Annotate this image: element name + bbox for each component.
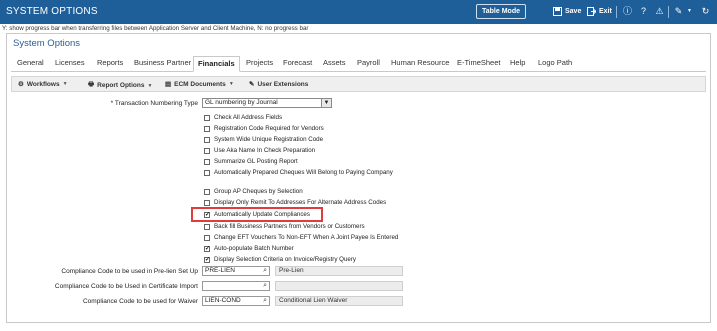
tab-bar: General Licenses Reports Business Partne… [11, 54, 706, 72]
warning-icon[interactable]: ⚠ [654, 6, 665, 17]
checkbox[interactable] [204, 169, 210, 176]
compliance-certificate-input[interactable]: ⌕ [202, 281, 270, 291]
checkbox[interactable] [204, 188, 210, 195]
search-icon[interactable]: ⌕ [263, 267, 267, 275]
hint-text: Y: show progress bar when transferring f… [2, 25, 309, 32]
tab-e-timesheet[interactable]: E-TimeSheet [457, 56, 501, 72]
exit-icon [587, 7, 596, 16]
save-icon [553, 7, 562, 16]
checkbox-back-fill-business-partners[interactable]: Back fill Business Partners from Vendors… [204, 223, 365, 230]
checkbox[interactable] [204, 147, 210, 154]
compliance-waiver-description: Conditional Lien Waiver [275, 296, 403, 306]
tab-general[interactable]: General [17, 56, 44, 72]
checkbox-display-selection-criteria[interactable]: ✓ Display Selection Criteria on Invoice/R… [204, 256, 356, 263]
compliance-prelien-description: Pre-Lien [275, 266, 403, 276]
info-icon[interactable]: ⓘ [622, 6, 633, 17]
save-button[interactable]: Save [553, 4, 581, 19]
checkbox-registration-code-required[interactable]: Registration Code Required for Vendors [204, 125, 324, 132]
checkbox[interactable] [204, 114, 210, 121]
table-mode-button[interactable]: Table Mode [476, 4, 526, 19]
checkbox-group-ap-cheques[interactable]: Group AP Cheques by Selection [204, 188, 303, 195]
checkbox[interactable] [204, 125, 210, 132]
chevron-down-icon: ▼ [147, 82, 153, 89]
documents-icon: ▤ [165, 81, 172, 88]
checkbox-auto-prepared-cheques[interactable]: Automatically Prepared Cheques Will Belo… [204, 169, 393, 176]
checkbox-use-aka-name[interactable]: Use Aka Name In Check Preparation [204, 147, 315, 154]
window-title: SYSTEM OPTIONS [6, 6, 98, 17]
checkbox-system-wide-unique-registration[interactable]: System Wide Unique Registration Code [204, 136, 323, 143]
checkbox-checked[interactable]: ✓ [204, 256, 210, 263]
chevron-down-icon: ▼ [228, 81, 234, 87]
edit-icon[interactable]: ✎ [673, 6, 684, 17]
chevron-down-icon[interactable]: ▼ [684, 6, 695, 17]
help-icon[interactable]: ? [638, 6, 649, 17]
system-options-panel: System Options General Licenses Reports … [6, 33, 711, 323]
chevron-down-icon: ▼ [62, 81, 68, 87]
tab-business-partner[interactable]: Business Partner [134, 56, 191, 72]
workflows-icon: ⚙ [18, 81, 24, 88]
chevron-down-icon: ▼ [321, 99, 331, 107]
user-extensions-menu[interactable]: ✎ User Extensions [249, 80, 308, 89]
compliance-certificate-description [275, 281, 403, 291]
compliance-waiver-input[interactable]: LIEN-COND ⌕ [202, 296, 270, 306]
checkbox[interactable] [204, 158, 210, 165]
tab-reports[interactable]: Reports [97, 56, 123, 72]
checkbox-auto-populate-batch-number[interactable]: ✓ Auto-populate Batch Number [204, 245, 294, 252]
checkbox-checked[interactable]: ✓ [204, 245, 210, 252]
tab-projects[interactable]: Projects [246, 56, 273, 72]
checkbox[interactable] [204, 136, 210, 143]
checkbox[interactable] [204, 199, 210, 206]
compliance-prelien-input[interactable]: PRE-LIEN ⌕ [202, 266, 270, 276]
refresh-icon[interactable]: ↻ [700, 6, 711, 17]
toolbar: ⚙ Workflows ▼ 🖶 Report Options ▼ ▤ ECM Doc… [11, 76, 706, 92]
tab-logo-path[interactable]: Logo Path [538, 56, 572, 72]
tab-forecast[interactable]: Forecast [283, 56, 312, 72]
tab-human-resource[interactable]: Human Resource [391, 56, 449, 72]
checkbox[interactable] [204, 234, 210, 241]
tab-help[interactable]: Help [510, 56, 525, 72]
checkbox-display-only-remit-to[interactable]: Display Only Remit To Addresses For Alte… [204, 199, 386, 206]
toolbar-separator [668, 6, 669, 18]
checkbox[interactable] [204, 223, 210, 230]
tab-assets[interactable]: Assets [323, 56, 346, 72]
transaction-numbering-label: * Transaction Numbering Type [110, 100, 198, 107]
tab-financials[interactable]: Financials [193, 56, 240, 72]
search-icon[interactable]: ⌕ [263, 297, 267, 305]
compliance-certificate-label: Compliance Code to be Used in Certificat… [54, 283, 198, 290]
checkbox-change-eft-vouchers[interactable]: Change EFT Vouchers To Non-EFT When A Jo… [204, 234, 398, 241]
transaction-numbering-select[interactable]: GL numbering by Journal ▼ [202, 98, 332, 108]
report-options-menu[interactable]: 🖶 Report Options ▼ [88, 80, 152, 91]
panel-title: System Options [13, 38, 81, 49]
printer-icon: 🖶 [88, 81, 95, 88]
toolbar-separator [616, 6, 617, 18]
ecm-documents-menu[interactable]: ▤ ECM Documents ▼ [165, 80, 234, 89]
title-bar: SYSTEM OPTIONS Table Mode Save Exit ⓘ ? … [0, 0, 717, 24]
compliance-waiver-label: Compliance Code to be used for Waiver [82, 298, 198, 305]
workflows-menu[interactable]: ⚙ Workflows ▼ [18, 80, 68, 89]
tab-payroll[interactable]: Payroll [357, 56, 380, 72]
highlight-box [191, 207, 323, 222]
search-icon[interactable]: ⌕ [263, 282, 267, 290]
compliance-prelien-label: Compliance Code to be used in Pre-lien S… [61, 268, 198, 275]
tab-licenses[interactable]: Licenses [55, 56, 85, 72]
user-extensions-icon: ✎ [249, 81, 255, 88]
checkbox-summarize-gl-posting[interactable]: Summarize GL Posting Report [204, 158, 298, 165]
checkbox-check-all-address-fields[interactable]: Check All Address Fields [204, 114, 282, 121]
exit-button[interactable]: Exit [587, 4, 612, 19]
